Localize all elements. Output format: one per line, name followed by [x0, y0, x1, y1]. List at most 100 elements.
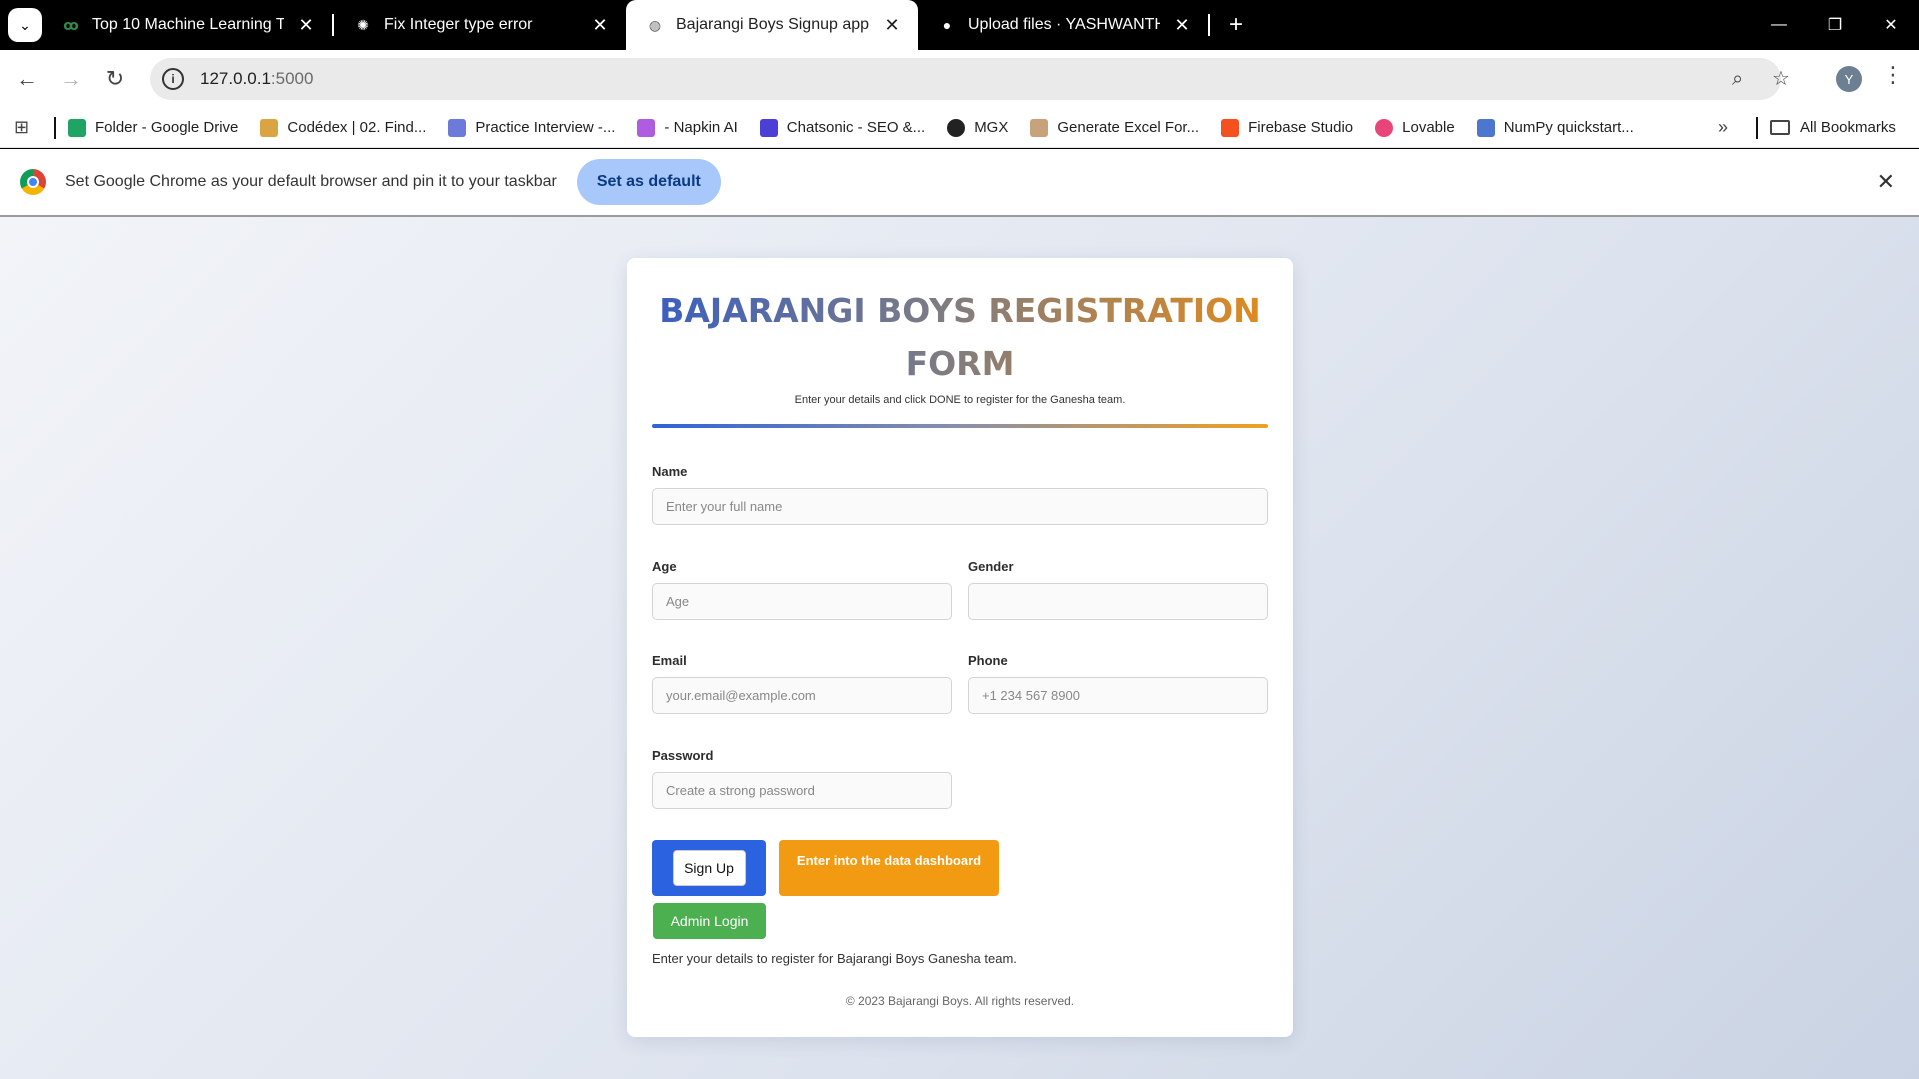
firebase-icon	[1221, 118, 1240, 137]
bookmark-label: Folder - Google Drive	[95, 119, 239, 136]
avatar-initial: Y	[1844, 71, 1854, 87]
age-label: Age	[652, 559, 677, 574]
address-bar[interactable]: i 127.0.0.1:5000 ⌕ ☆	[150, 58, 1790, 100]
bookmark-lovable[interactable]: Lovable	[1375, 118, 1455, 137]
registration-card: BAJARANGI BOYS REGISTRATION FORM Enter y…	[627, 258, 1293, 1037]
bookmark-label: - Napkin AI	[664, 119, 738, 136]
tab-ml-tools[interactable]: ꝏ Top 10 Machine Learning Tools ✕	[42, 0, 332, 50]
tab-title: Upload files · YASHWANTHGOWDA	[968, 16, 1160, 33]
browser-toolbar: ← → ↻ i 127.0.0.1:5000 ⌕ ☆ Y ⋮	[0, 50, 1919, 108]
mgx-icon	[947, 118, 966, 137]
bookmark-label: Generate Excel For...	[1057, 119, 1200, 136]
apps-grid-icon[interactable]: ⊞	[14, 117, 36, 138]
form-note: Enter your details to register for Bajar…	[652, 951, 1017, 966]
tab-separator	[1208, 14, 1210, 36]
email-placeholder: your.email@example.com	[666, 688, 816, 703]
bookmark-generate-excel[interactable]: Generate Excel For...	[1030, 118, 1200, 137]
age-placeholder: Age	[666, 594, 690, 609]
gender-select[interactable]	[968, 583, 1268, 620]
bookmark-label: Firebase Studio	[1248, 119, 1354, 136]
all-bookmarks-label: All Bookmarks	[1800, 119, 1896, 136]
site-info-icon[interactable]: i	[162, 68, 184, 90]
tab-title: Top 10 Machine Learning Tools	[92, 16, 284, 33]
close-icon[interactable]: ✕	[1172, 15, 1192, 36]
bookmark-mgx[interactable]: MGX	[947, 118, 1009, 137]
email-label: Email	[652, 653, 687, 668]
bookmark-numpy[interactable]: NumPy quickstart...	[1476, 118, 1634, 137]
tab-fix-integer[interactable]: ✺ Fix Integer type error ✕	[334, 0, 626, 50]
url-host: 127.0.0.1	[200, 69, 271, 88]
avatar[interactable]: Y	[1836, 66, 1862, 92]
close-icon[interactable]: ✕	[882, 15, 902, 36]
dashboard-button[interactable]: Enter into the data dashboard	[779, 840, 999, 896]
bookmark-label: Lovable	[1402, 119, 1455, 136]
bookmark-separator	[1756, 116, 1758, 139]
signup-button[interactable]: Sign Up	[672, 850, 746, 886]
new-tab-button[interactable]: +	[1222, 11, 1250, 39]
bookmarks-bar: ⊞ Folder - Google Drive Codédex | 02. Fi…	[0, 108, 1919, 148]
name-placeholder: Enter your full name	[666, 499, 783, 514]
phone-placeholder: +1 234 567 8900	[982, 688, 1080, 703]
email-field[interactable]: your.email@example.com	[652, 677, 952, 714]
bookmark-label: Chatsonic - SEO &...	[786, 119, 926, 136]
chatsonic-icon	[759, 118, 778, 137]
url-port: :5000	[270, 69, 314, 88]
phone-label: Phone	[968, 653, 1008, 668]
close-icon[interactable]: ✕	[590, 15, 610, 36]
globe-icon: ◍	[648, 16, 662, 33]
bookmark-separator	[54, 116, 56, 139]
napkin-icon	[637, 118, 656, 137]
set-as-default-button[interactable]: Set as default	[576, 159, 721, 205]
chevron-double-right-icon[interactable]: »	[1718, 117, 1728, 138]
password-label: Password	[652, 748, 714, 763]
bookmark-label: MGX	[974, 119, 1009, 136]
password-field[interactable]: Create a strong password	[652, 772, 952, 809]
star-icon[interactable]: ☆	[1772, 66, 1790, 91]
page-viewport: BAJARANGI BOYS REGISTRATION FORM Enter y…	[0, 217, 1919, 1079]
signup-label: Sign Up	[684, 860, 734, 876]
chevron-down-icon: ⌄	[19, 16, 31, 33]
all-bookmarks[interactable]: All Bookmarks	[1756, 116, 1896, 139]
back-icon[interactable]: ←	[5, 57, 49, 101]
window-close-icon[interactable]: ✕	[1863, 0, 1919, 50]
phone-field[interactable]: +1 234 567 8900	[968, 677, 1268, 714]
gradient-divider	[652, 424, 1268, 428]
admin-login-button[interactable]: Admin Login	[653, 903, 766, 939]
interview-icon	[448, 118, 467, 137]
footer-copyright: © 2023 Bajarangi Boys. All rights reserv…	[845, 994, 1075, 1008]
bookmark-label: NumPy quickstart...	[1503, 119, 1634, 136]
excel-generator-icon	[1030, 118, 1049, 137]
dashboard-label: Enter into the data dashboard	[796, 853, 982, 868]
restore-icon[interactable]: ❐	[1807, 0, 1863, 50]
minimize-icon[interactable]: —	[1751, 0, 1807, 50]
admin-login-label: Admin Login	[670, 913, 749, 929]
tab-search-button[interactable]: ⌄	[8, 8, 42, 42]
tab-bajarangi-signup[interactable]: ◍ Bajarangi Boys Signup app ✕	[626, 0, 918, 50]
name-input[interactable]: Enter your full name	[652, 488, 1268, 525]
bookmark-chatsonic[interactable]: Chatsonic - SEO &...	[759, 118, 926, 137]
close-icon[interactable]: ✕	[1877, 169, 1895, 195]
reload-icon[interactable]: ↻	[93, 57, 137, 101]
menu-icon[interactable]: ⋮	[1882, 62, 1904, 88]
gfg-icon: ꝏ	[63, 16, 79, 33]
form-subtitle: Enter your details and click DONE to reg…	[794, 394, 1126, 406]
window-controls: — ❐ ✕	[1751, 0, 1919, 50]
forward-icon[interactable]: →	[49, 57, 93, 101]
bookmark-codedex[interactable]: Codédex | 02. Find...	[260, 118, 426, 137]
tab-strip: ⌄ ꝏ Top 10 Machine Learning Tools ✕ ✺ Fi…	[0, 0, 1919, 50]
github-icon: ●	[942, 17, 952, 33]
tab-title: Bajarangi Boys Signup app	[676, 16, 870, 33]
folder-icon	[1770, 120, 1790, 135]
url-text: 127.0.0.1:5000	[200, 69, 313, 89]
close-icon[interactable]: ✕	[296, 15, 316, 36]
bookmark-napkin-ai[interactable]: - Napkin AI	[637, 118, 738, 137]
bookmark-practice-interview[interactable]: Practice Interview -...	[448, 118, 615, 137]
zoom-icon[interactable]: ⌕	[1732, 68, 1743, 91]
signup-button-container: Sign Up	[652, 840, 766, 896]
bookmark-google-drive[interactable]: Folder - Google Drive	[68, 118, 239, 137]
numpy-icon	[1476, 118, 1495, 137]
tab-upload-files[interactable]: ● Upload files · YASHWANTHGOWDA ✕	[918, 0, 1208, 50]
age-input[interactable]: Age	[652, 583, 952, 620]
bookmark-firebase-studio[interactable]: Firebase Studio	[1221, 118, 1354, 137]
lovable-icon	[1375, 118, 1394, 137]
